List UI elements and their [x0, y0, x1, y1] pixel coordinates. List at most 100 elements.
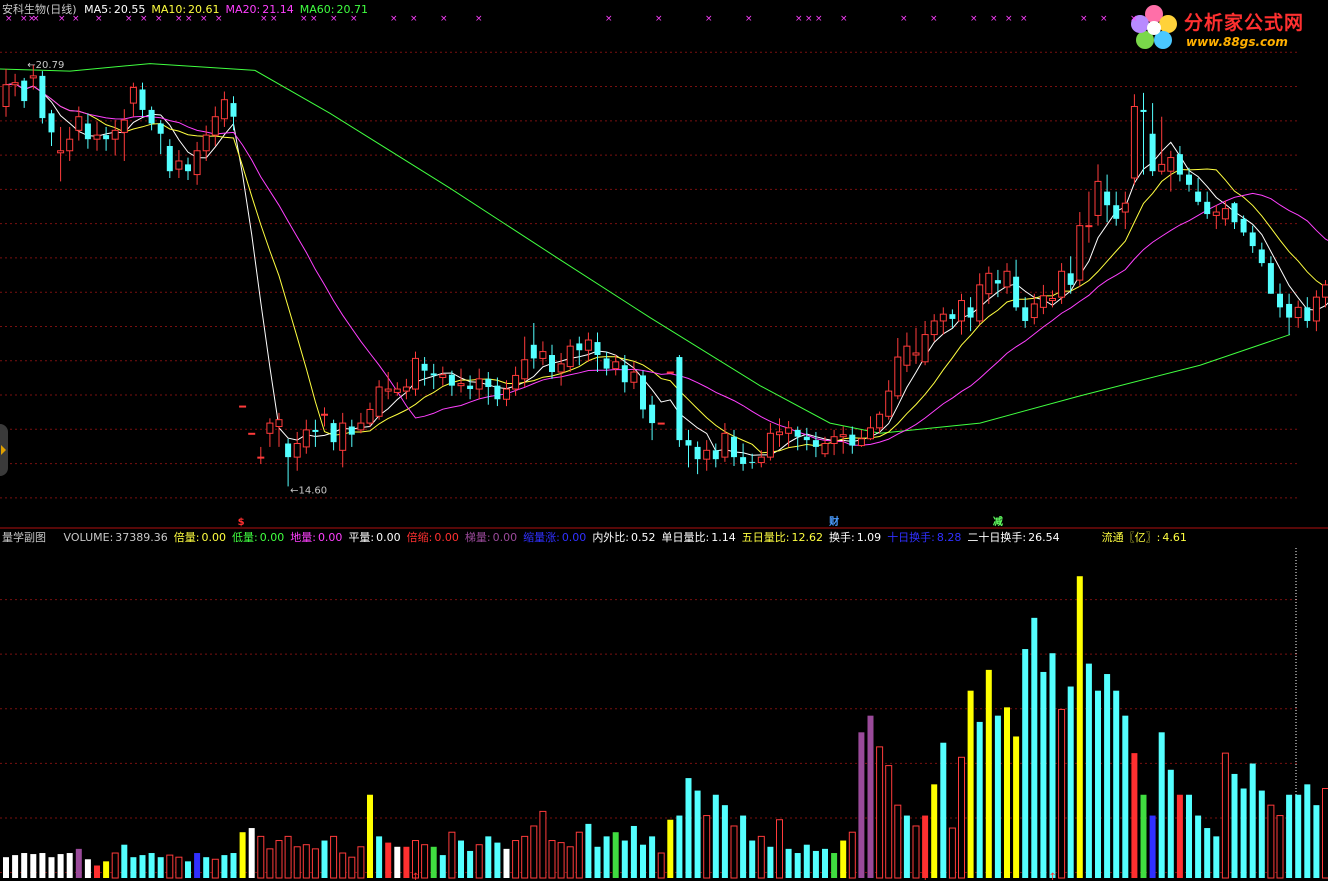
candle-body-up: [75, 116, 83, 131]
volume-bar: [1004, 707, 1010, 878]
side-panel-toggle[interactable]: [0, 424, 8, 476]
volume-bar: [994, 715, 1001, 878]
candle-body-up: [1058, 270, 1066, 298]
candle-body-down: [1231, 203, 1238, 223]
candle-body-up: [175, 160, 183, 170]
candle-body-up: [1085, 225, 1093, 228]
volume-bar: [721, 805, 728, 878]
volume-bar: [367, 794, 373, 878]
candle-body-down: [1240, 218, 1247, 233]
volume-bar: [84, 859, 91, 878]
ma-label: MA10:: [151, 3, 187, 16]
volume-bar: [931, 784, 938, 878]
volume-bar: [749, 840, 756, 878]
candle-body-down: [603, 358, 610, 369]
low-price-marker: ←14.60: [290, 485, 327, 496]
volume-bar: [685, 778, 692, 878]
volume-bar: [1249, 763, 1256, 878]
candle-body-up: [1049, 297, 1056, 302]
volume-bar: [239, 832, 246, 878]
indicator-label: VOLUME:: [63, 531, 114, 544]
volume-panel-header: 量学副图 VOLUME: 37389.36 倍量: 0.00 低量: 0.00 地量: 0.0…: [2, 531, 1193, 544]
candle-body-down: [949, 314, 956, 319]
volume-bar: [458, 840, 464, 878]
volume-bar: [803, 844, 810, 878]
volume-bar: [376, 836, 383, 878]
volume-bar: [594, 846, 601, 878]
cross-mark: ×: [605, 14, 613, 24]
cross-mark: ×: [1080, 14, 1088, 24]
volume-bar: [21, 853, 28, 878]
cross-mark: ×: [745, 14, 753, 24]
volume-bar: [1213, 836, 1220, 878]
volume-bar-up: [1221, 752, 1229, 879]
volume-bar-up: [548, 840, 556, 879]
volume-bar: [712, 794, 719, 878]
candle-body-up: [1130, 106, 1138, 179]
volume-arrow-mark: ↑: [412, 872, 420, 881]
volume-bar: [157, 857, 164, 878]
candle-body-up: [357, 422, 365, 431]
candle-body-up: [384, 388, 392, 392]
candle-body-up: [120, 119, 128, 133]
volume-bar: [1158, 732, 1165, 878]
candle-body-up: [57, 150, 65, 154]
candle-body-down: [1286, 303, 1293, 318]
candle-body-up: [1312, 296, 1320, 322]
volume-bar: [676, 815, 683, 878]
indicator-label: 倍量:: [173, 531, 200, 544]
candle-body-up: [302, 429, 310, 448]
volume-bar: [30, 854, 37, 878]
volume-bar: [394, 846, 401, 878]
candle-body-down: [1176, 154, 1183, 175]
candle-body-up: [1076, 225, 1084, 281]
volume-bar-up: [302, 844, 310, 879]
volume-bar: [321, 840, 328, 878]
candle-body-up: [1039, 295, 1047, 308]
volume-bar-up: [575, 831, 583, 879]
candle-body-up: [111, 129, 119, 140]
candle-body-up: [1322, 284, 1328, 298]
indicator-value: 37389.36: [115, 531, 168, 544]
volume-bar-up: [266, 848, 274, 879]
candle-body-up: [1212, 211, 1220, 216]
candle-body-down: [576, 343, 583, 351]
indicator-label: 内外比:: [592, 531, 630, 544]
volume-bar: [767, 846, 774, 878]
volume-bar-up: [776, 819, 783, 879]
indicator-value: 0.00: [492, 531, 518, 544]
volume-bar-up: [284, 835, 292, 879]
candle-body-down: [1013, 276, 1020, 308]
volume-bar: [967, 690, 974, 878]
candle-body-up: [366, 408, 374, 424]
cross-mark: ×: [1020, 14, 1028, 24]
candle-body-up: [202, 134, 210, 152]
candle-body-up: [275, 419, 283, 427]
volume-bar: [840, 840, 847, 878]
candle-body-up: [566, 345, 574, 368]
volume-bar: [130, 857, 137, 878]
volume-bar: [94, 865, 100, 878]
candle-body-down: [467, 385, 474, 390]
candle-body-down: [230, 103, 237, 117]
cross-mark: ×: [1005, 14, 1013, 24]
stock-title: 安科生物(日线): [2, 3, 77, 16]
candle-body-up: [1294, 306, 1302, 319]
indicator-label: 平量:: [348, 531, 375, 544]
indicator-value: 0.00: [561, 531, 587, 544]
candle-body-up: [1167, 157, 1175, 172]
candle-body-up: [293, 443, 301, 458]
indicator-label: 二十日换手:: [967, 531, 1027, 544]
candle-body-up: [703, 449, 711, 460]
cross-mark: ×: [795, 14, 803, 24]
candle-body-up: [257, 456, 265, 459]
cross-mark: ×: [705, 14, 713, 24]
volume-bar: [1013, 736, 1020, 878]
volume-bar-up: [876, 746, 884, 879]
candle-body-up: [930, 320, 938, 336]
cross-mark: ×: [655, 14, 663, 24]
indicator-label: 地量:: [290, 531, 316, 544]
candle-body-up: [785, 427, 793, 434]
volume-panel-title: 量学副图: [2, 531, 46, 544]
ma-value: 21.14: [262, 3, 294, 16]
